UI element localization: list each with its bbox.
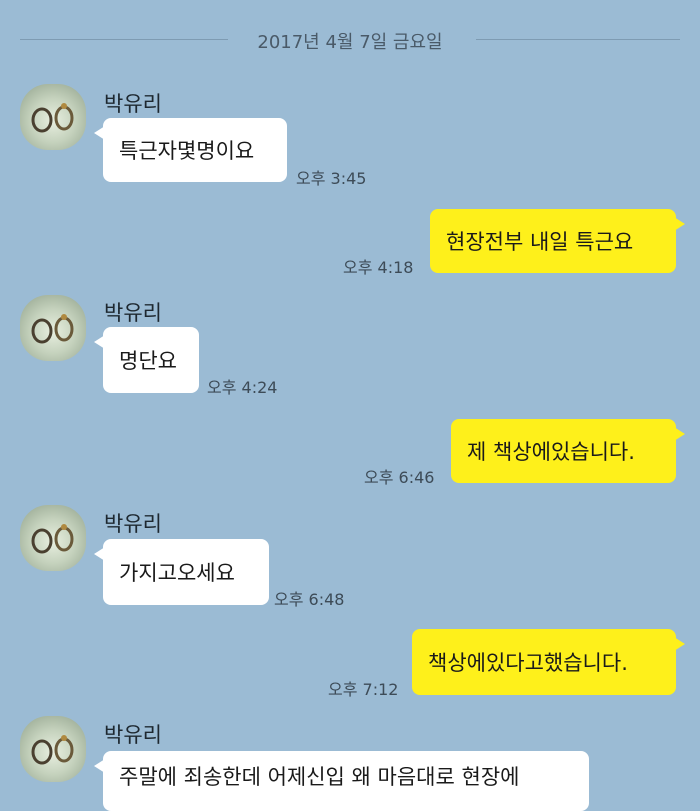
outgoing-message-bubble[interactable]: 제 책상에있습니다.	[451, 419, 685, 483]
message-time: 오후 3:45	[296, 169, 367, 188]
incoming-message-bubble[interactable]: 주말에 죄송한데 어제신입 왜 마음대로 현장에	[94, 751, 589, 811]
avatar-photo-icon	[31, 314, 74, 344]
message-time: 오후 7:12	[328, 680, 399, 699]
sender-avatar[interactable]	[20, 84, 86, 150]
message-time: 오후 6:48	[274, 590, 345, 609]
divider-line-right	[476, 39, 680, 40]
sender-name: 박유리	[104, 512, 162, 536]
incoming-message-bubble[interactable]: 명단요	[94, 327, 199, 393]
avatar-photo-icon	[31, 735, 74, 765]
message-time: 오후 6:46	[364, 468, 435, 487]
incoming-message-bubble[interactable]: 가지고오세요	[94, 539, 269, 605]
message-time: 오후 4:18	[343, 258, 414, 277]
date-divider: 2017년 4월 7일 금요일	[0, 22, 700, 58]
sender-name: 박유리	[104, 301, 162, 325]
date-divider-text: 2017년 4월 7일 금요일	[257, 32, 443, 53]
outgoing-message-bubble[interactable]: 책상에있다고했습니다.	[412, 629, 685, 695]
sender-name: 박유리	[104, 92, 162, 116]
avatar-photo-icon	[31, 103, 74, 133]
sender-avatar[interactable]	[20, 295, 86, 361]
sender-avatar[interactable]	[20, 716, 86, 782]
avatar-photo-icon	[31, 524, 74, 554]
incoming-message-bubble[interactable]: 특근자몇명이요	[94, 118, 287, 182]
outgoing-message-bubble[interactable]: 현장전부 내일 특근요	[430, 209, 685, 273]
sender-avatar[interactable]	[20, 505, 86, 571]
sender-name: 박유리	[104, 723, 162, 747]
message-time: 오후 4:24	[207, 378, 278, 397]
